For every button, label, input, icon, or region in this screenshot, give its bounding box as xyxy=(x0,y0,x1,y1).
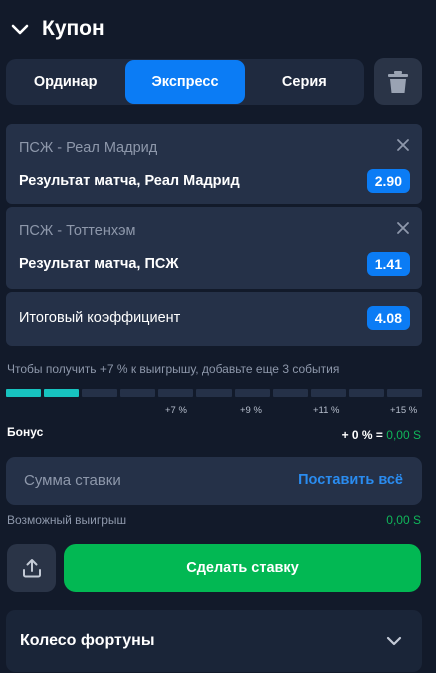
total-odds-row: Итоговый коэффициент 4.08 xyxy=(6,292,422,346)
share-icon xyxy=(22,559,41,578)
progress-segment xyxy=(82,389,118,397)
fortune-wheel-panel[interactable]: Колесо фортуны xyxy=(6,610,422,672)
progress-segment xyxy=(6,389,42,397)
progress-segment xyxy=(196,389,232,397)
place-bet-button[interactable]: Сделать ставку xyxy=(64,544,421,592)
bonus-tick: +15 % xyxy=(390,405,418,416)
progress-segment xyxy=(272,389,308,397)
progress-segment xyxy=(310,389,346,397)
trash-icon xyxy=(388,70,408,93)
page-title: Купон xyxy=(42,17,105,40)
bet-all-button[interactable]: Поставить всё xyxy=(298,472,403,488)
total-odd-badge: 4.08 xyxy=(366,306,410,330)
bonus-hint: Чтобы получить +7 % к выигрышу, добавьте… xyxy=(7,362,340,376)
progress-segment xyxy=(158,389,194,397)
bonus-value: + 0 % = 0,00 S xyxy=(342,428,421,442)
progress-segment xyxy=(386,389,423,397)
coupon-header[interactable]: Купон xyxy=(8,14,105,44)
share-button[interactable] xyxy=(7,544,56,592)
bet-type-tabs: Ординар Экспресс Серия xyxy=(6,59,364,105)
bonus-tick: +7 % xyxy=(165,405,187,416)
bet-card: ПСЖ - Тоттенхэм Результат матча, ПСЖ 1.4… xyxy=(6,207,422,289)
bonus-tick: +9 % xyxy=(240,405,262,416)
odd-badge[interactable]: 1.41 xyxy=(366,252,410,276)
stake-placeholder: Сумма ставки xyxy=(24,472,121,489)
total-odds-label: Итоговый коэффициент xyxy=(19,310,181,326)
bet-card: ПСЖ - Реал Мадрид Результат матча, Реал … xyxy=(6,124,422,204)
fortune-wheel-label: Колесо фортуны xyxy=(20,632,155,649)
bet-market: Результат матча, Реал Мадрид xyxy=(19,173,240,189)
tab-system[interactable]: Серия xyxy=(245,60,364,104)
bonus-amount: 0,00 S xyxy=(386,428,421,442)
event-teams: ПСЖ - Реал Мадрид xyxy=(19,140,158,156)
bonus-label: Бонус xyxy=(7,425,44,439)
possible-win-value: 0,00 S xyxy=(386,513,421,527)
event-teams: ПСЖ - Тоттенхэм xyxy=(19,223,136,239)
tab-express[interactable]: Экспресс xyxy=(125,60,245,104)
progress-segment xyxy=(348,389,384,397)
progress-segment xyxy=(234,389,270,397)
stake-input[interactable]: Сумма ставки Поставить всё xyxy=(6,457,422,505)
odd-badge[interactable]: 2.90 xyxy=(366,169,410,193)
tab-single[interactable]: Ординар xyxy=(6,60,125,104)
chevron-down-icon xyxy=(386,636,402,646)
close-icon[interactable] xyxy=(396,221,410,235)
bonus-progress-bar xyxy=(6,389,423,397)
bet-market: Результат матча, ПСЖ xyxy=(19,256,179,272)
bonus-percent: + 0 % = xyxy=(341,428,383,442)
progress-segment xyxy=(44,389,80,397)
bonus-tick: +11 % xyxy=(313,405,340,416)
progress-segment xyxy=(120,389,156,397)
clear-coupon-button[interactable] xyxy=(374,58,422,105)
close-icon[interactable] xyxy=(396,138,410,152)
possible-win-label: Возможный выигрыш xyxy=(7,513,127,527)
chevron-down-icon xyxy=(11,24,29,35)
